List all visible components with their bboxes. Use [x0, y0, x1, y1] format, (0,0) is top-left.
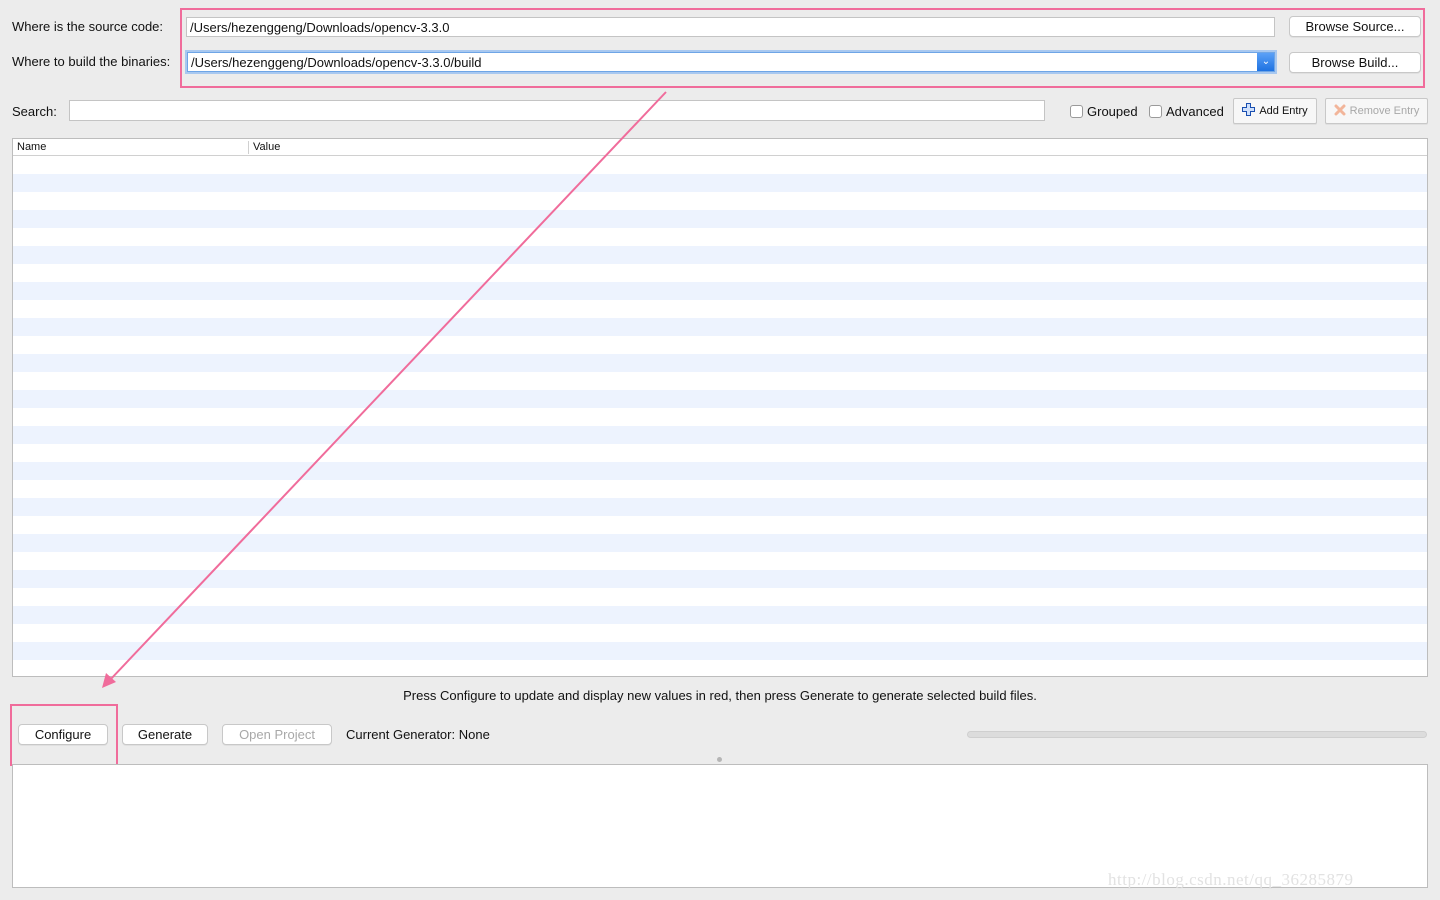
current-generator-label: Current Generator: None	[346, 727, 490, 742]
generate-button[interactable]: Generate	[122, 724, 208, 745]
hint-text: Press Configure to update and display ne…	[403, 688, 1037, 703]
table-header: Name Value	[13, 139, 1427, 156]
source-code-label: Where is the source code:	[12, 19, 164, 34]
column-header-value[interactable]: Value	[253, 140, 280, 155]
watermark-text: http://blog.csdn.net/qq_36285879	[1108, 870, 1354, 889]
remove-entry-button[interactable]: Remove Entry	[1325, 98, 1428, 124]
add-entry-label: Add Entry	[1259, 105, 1308, 117]
plus-icon	[1242, 103, 1256, 116]
advanced-label: Advanced	[1166, 104, 1224, 119]
add-entry-button[interactable]: Add Entry	[1233, 98, 1317, 124]
column-separator	[248, 141, 249, 154]
search-input[interactable]	[69, 100, 1045, 121]
column-header-name[interactable]: Name	[17, 140, 46, 155]
splitter-handle[interactable]	[717, 757, 722, 762]
remove-x-icon	[1334, 104, 1346, 116]
advanced-checkbox[interactable]	[1149, 105, 1162, 118]
annotation-highlight-paths	[180, 8, 1425, 88]
annotation-highlight-configure	[10, 704, 118, 766]
grouped-checkbox[interactable]	[1070, 105, 1083, 118]
search-label: Search:	[12, 104, 57, 119]
grouped-label: Grouped	[1087, 104, 1138, 119]
build-binaries-label: Where to build the binaries:	[12, 54, 171, 69]
progress-bar	[967, 731, 1427, 738]
table-rows	[13, 156, 1427, 676]
remove-entry-label: Remove Entry	[1349, 105, 1420, 117]
open-project-button[interactable]: Open Project	[222, 724, 332, 745]
cache-table[interactable]: Name Value	[12, 138, 1428, 677]
